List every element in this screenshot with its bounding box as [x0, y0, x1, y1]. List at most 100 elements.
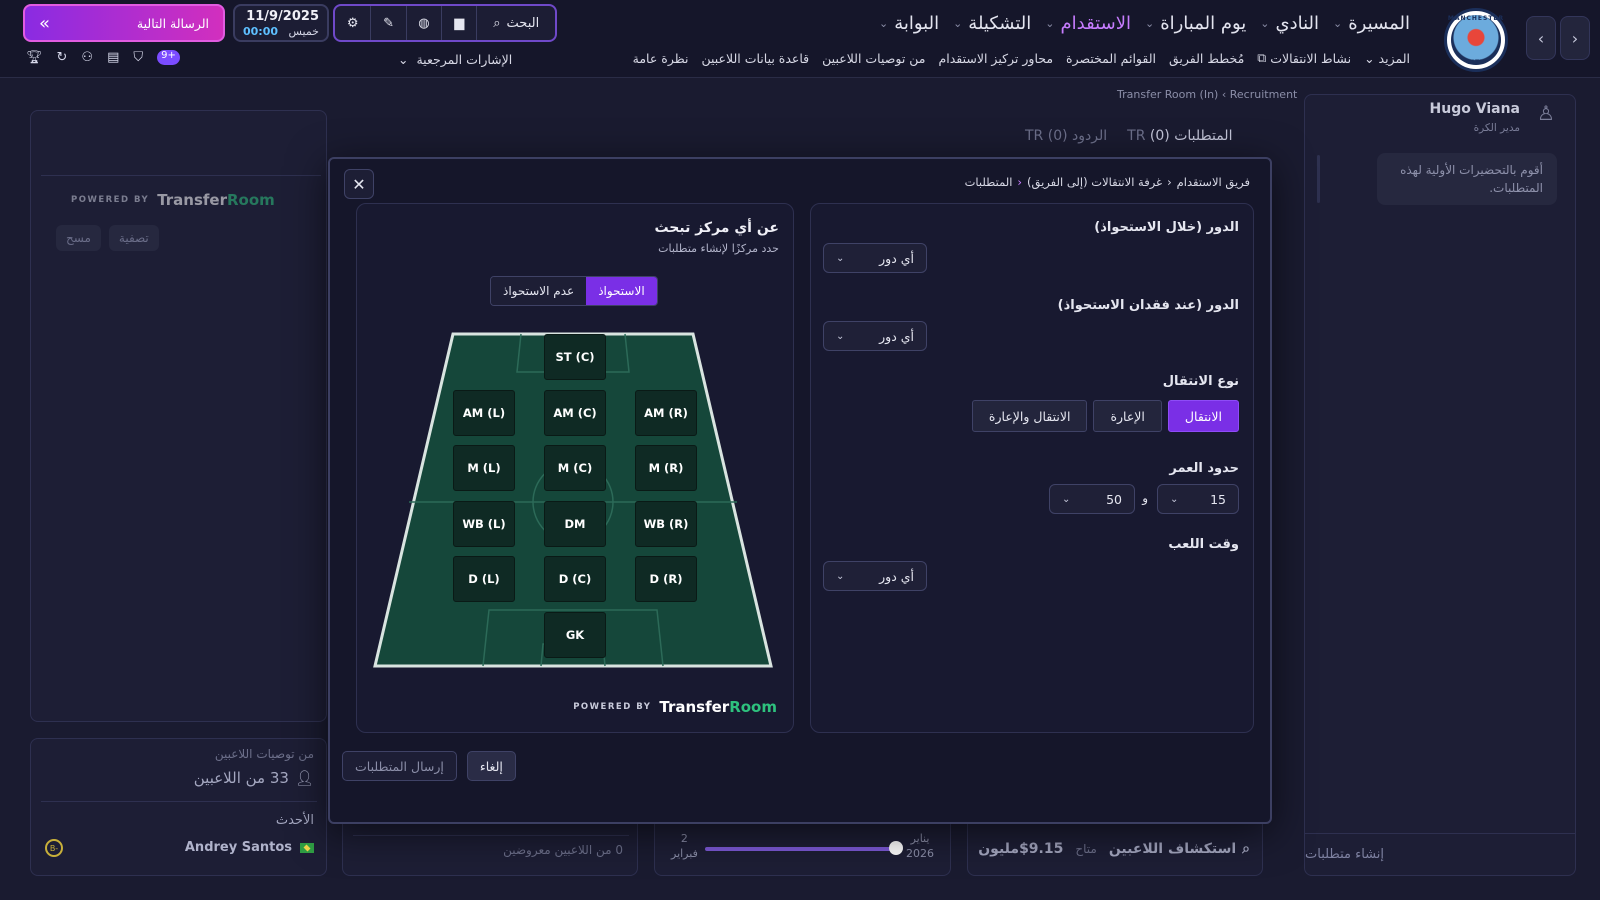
- user-name: Hugo Viana: [1429, 101, 1520, 117]
- create-requirements-input[interactable]: إنشاء متطلبات: [1305, 833, 1575, 875]
- club-logo[interactable]: MANCHESTER CITY: [1444, 8, 1508, 72]
- card-label: من توصيات اللاعبين: [214, 747, 314, 761]
- chevron-down-icon: ⌄: [1364, 50, 1375, 66]
- chevron-down-icon: ⌄: [953, 16, 963, 30]
- game-date[interactable]: 11/9/2025 00:00 خميس: [233, 4, 329, 42]
- player-name[interactable]: Andrey Santos: [185, 840, 292, 855]
- nav-item-recruitment[interactable]: الاستقدام ⌄: [1045, 10, 1131, 36]
- breadcrumb-item[interactable]: Transfer Room (In): [1117, 88, 1218, 101]
- player-count: 33 من اللاعبين: [193, 769, 289, 787]
- date-label: 2026: [906, 847, 934, 860]
- toggle-in-possession[interactable]: الاستحواذ: [586, 277, 657, 305]
- date-label: فبراير: [671, 847, 698, 860]
- breadcrumb-item[interactable]: فريق الاستقدام: [1177, 175, 1250, 189]
- breadcrumb-item[interactable]: غرفة الانتقالات (إلى الفريق): [1027, 175, 1162, 189]
- external-link-icon: ⧉: [1257, 50, 1267, 65]
- position-picker-panel: عن أي مركز تبحث حدد مركزًا لإنشاء متطلبا…: [356, 203, 794, 733]
- staff-icon[interactable]: ⚇: [81, 50, 93, 65]
- sub-nav-player-database[interactable]: قاعدة بيانات اللاعبين: [701, 50, 809, 66]
- search-button[interactable]: ⌕ البحث: [476, 6, 555, 40]
- window-slider-handle[interactable]: [889, 841, 903, 855]
- notebook-icon: ▆: [454, 15, 465, 31]
- nav-item-squad[interactable]: التشكيلة ⌄: [953, 10, 1031, 36]
- trophy-icon[interactable]: 🏆︎: [26, 50, 43, 65]
- transferroom-logo: TransferRoom: [157, 191, 275, 209]
- recommendations-card[interactable]: من توصيات اللاعبين 👤︎ 33 من اللاعبين الأح…: [30, 738, 327, 876]
- nav-item-portal[interactable]: البوابة ⌄: [879, 10, 939, 36]
- position-m-r[interactable]: M (R): [635, 445, 697, 491]
- sub-nav-recruitment-focus[interactable]: محاور تركيز الاستقدام: [939, 50, 1054, 66]
- back-arrow-button[interactable]: ‹: [1526, 16, 1556, 60]
- scrollbar[interactable]: [1317, 155, 1320, 203]
- nav-item-matchday[interactable]: يوم المباراة ⌄: [1145, 10, 1246, 36]
- refresh-icon[interactable]: ↻: [57, 50, 68, 65]
- clear-button[interactable]: مسح: [56, 225, 101, 251]
- position-gk[interactable]: GK: [544, 612, 606, 658]
- forward-arrow-button[interactable]: ›: [1560, 16, 1590, 60]
- nav-label: المسيرة: [1348, 12, 1410, 34]
- settings-button[interactable]: ⚙: [335, 6, 370, 40]
- sub-nav-transfer-activity[interactable]: نشاط الانتقالات ⧉: [1257, 50, 1351, 66]
- position-wb-r[interactable]: WB (R): [635, 501, 697, 547]
- role-out-possession-select[interactable]: أي دور ⌄: [823, 321, 927, 351]
- role-in-possession-select[interactable]: أي دور ⌄: [823, 243, 927, 273]
- sub-nav-squad-planner[interactable]: مُخطط الفريق: [1169, 50, 1244, 66]
- sub-nav-label: قاعدة بيانات اللاعبين: [701, 50, 810, 66]
- players-offered-text: 0 من اللاعبين معروضين: [503, 843, 623, 857]
- sub-nav-recommendations[interactable]: من توصيات اللاعبين: [822, 50, 925, 66]
- position-d-l[interactable]: D (L): [453, 556, 515, 602]
- sub-nav-label: القوائم المختصرة: [1066, 50, 1156, 66]
- sub-nav-shortlists[interactable]: القوائم المختصرة: [1066, 50, 1156, 66]
- close-button[interactable]: ✕: [344, 169, 374, 199]
- notifications-badge[interactable]: 9+: [157, 50, 180, 65]
- reference-signals-label: الإشارات المرجعية: [416, 52, 513, 67]
- select-value: أي دور: [879, 568, 914, 584]
- position-wb-l[interactable]: WB (L): [453, 501, 515, 547]
- brazil-flag-icon: [300, 842, 314, 853]
- sub-nav-more[interactable]: المزيد ⌄: [1364, 50, 1410, 66]
- position-m-l[interactable]: M (L): [453, 445, 515, 491]
- reference-signals-dropdown[interactable]: الإشارات المرجعية ⌄: [398, 52, 512, 67]
- sub-nav-label: من توصيات اللاعبين: [822, 50, 926, 66]
- position-dm[interactable]: DM: [544, 501, 606, 547]
- toggle-out-of-possession[interactable]: عدم الاستحواذ: [491, 277, 587, 305]
- date-value: 11/9/2025: [246, 9, 319, 24]
- transfer-type-transfer[interactable]: الانتقال: [1167, 400, 1239, 432]
- top-bar: › ‹ MANCHESTER CITY البوابة ⌄ التشكيلة ⌄ ا…: [0, 0, 1600, 78]
- chevron-down-icon: ⌄: [836, 330, 845, 342]
- person-icon: 👤︎: [294, 769, 314, 787]
- position-m-c[interactable]: M (C): [544, 445, 606, 491]
- sub-nav-overview[interactable]: نظرة عامة: [633, 50, 689, 66]
- nav-item-club[interactable]: النادي ⌄: [1260, 10, 1319, 36]
- breadcrumb-item[interactable]: Recruitment: [1230, 88, 1298, 101]
- shirt-icon[interactable]: ⛉: [133, 50, 143, 65]
- document-icon[interactable]: ▤: [107, 50, 119, 65]
- transfer-type-transfer-and-loan[interactable]: الانتقال والإعارة: [971, 400, 1088, 432]
- world-button[interactable]: ◍: [405, 6, 441, 40]
- search-icon: ⌕: [1242, 841, 1250, 857]
- transferroom-logo: TransferRoom: [659, 698, 777, 716]
- select-value: 15: [1210, 491, 1226, 507]
- position-am-r[interactable]: AM (R): [635, 390, 697, 436]
- edit-button[interactable]: ✎: [370, 6, 405, 40]
- nav-item-career[interactable]: المسيرة ⌄: [1333, 10, 1410, 36]
- window-slider[interactable]: [705, 847, 893, 851]
- age-max-select[interactable]: 50 ⌄: [1049, 484, 1135, 514]
- playtime-select[interactable]: أي دور ⌄: [823, 561, 927, 591]
- cancel-button[interactable]: إلغاء: [466, 751, 516, 781]
- position-d-r[interactable]: D (R): [635, 556, 697, 602]
- tab-responses[interactable]: الردود (0) TR: [1025, 128, 1107, 144]
- position-am-l[interactable]: AM (L): [453, 390, 515, 436]
- age-min-select[interactable]: 15 ⌄: [1157, 484, 1239, 514]
- nav-label: يوم المباراة: [1160, 12, 1247, 34]
- position-am-c[interactable]: AM (C): [544, 390, 606, 436]
- send-requirements-button[interactable]: إرسال المتطلبات: [342, 751, 457, 781]
- transfer-type-loan[interactable]: الإعارة: [1093, 400, 1162, 432]
- tab-requirements[interactable]: المتطلبات (0) TR: [1127, 128, 1232, 144]
- position-d-c[interactable]: D (C): [544, 556, 606, 602]
- possession-toggle: الاستحواذ عدم الاستحواذ: [490, 276, 658, 306]
- position-st-c[interactable]: ST (C): [544, 334, 606, 380]
- next-message-button[interactable]: « الرسالة التالية: [23, 4, 225, 42]
- filter-button[interactable]: تصفية: [108, 225, 159, 251]
- notebook-button[interactable]: ▆: [441, 6, 476, 40]
